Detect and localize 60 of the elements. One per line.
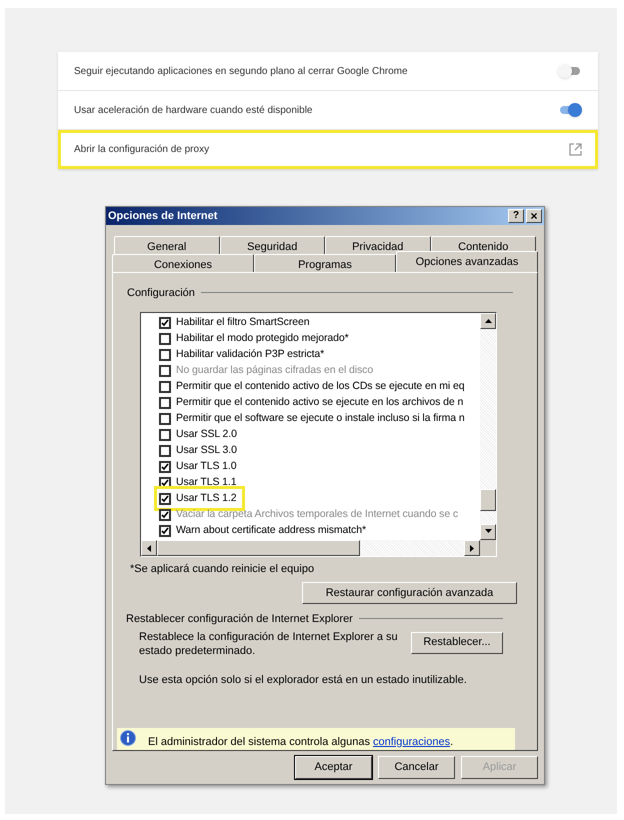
checkbox[interactable] <box>159 444 171 456</box>
option-label: Warn about certificate address mismatch* <box>176 522 366 538</box>
note-text: *Se aplicará cuando reinicie el equipo <box>130 562 316 576</box>
toggle-switch[interactable] <box>558 103 582 117</box>
setting-label: Usar aceleración de hardware cuando esté disponible <box>74 104 312 118</box>
checkbox[interactable] <box>159 380 171 392</box>
tab[interactable]: Programas <box>254 254 396 272</box>
option-label: Usar TLS 1.0 <box>176 458 236 474</box>
option-label: Usar TLS 1.2 <box>176 490 236 506</box>
option-label: Habilitar el filtro SmartScreen <box>176 314 310 330</box>
checkbox[interactable] <box>159 316 171 328</box>
dialog-button[interactable]: Cancelar <box>378 756 455 779</box>
horizontal-scrollbar[interactable] <box>141 540 480 556</box>
arrow-icon[interactable] <box>146 544 153 552</box>
option-label: Habilitar el modo protegido mejorado* <box>176 330 349 346</box>
arrow-icon[interactable] <box>485 526 492 534</box>
tab[interactable]: Seguridad <box>220 236 325 254</box>
checkbox[interactable] <box>159 460 171 472</box>
option-label: Permitir que el contenido activo se ejecute en los archivos de n <box>176 394 464 410</box>
tab[interactable]: Conexiones <box>112 254 254 272</box>
close-button[interactable]: × <box>526 209 542 223</box>
option-label: Permitir que el software se ejecute o instale incluso si la firma n <box>176 410 465 426</box>
info-text: El administrador del sistema controla algunas <box>148 736 371 748</box>
warning-text: Use esta opción solo si el explorador está en un estado inutilizable. <box>139 672 468 688</box>
description-text: Restablece la configuración de Internet Explorer a su estado predeterminado. <box>139 630 399 658</box>
checkbox[interactable] <box>159 332 171 344</box>
toggle-switch[interactable] <box>558 64 582 78</box>
option-label: Habilitar validación P3P estricta* <box>176 346 324 362</box>
group-title: Configuración <box>127 286 195 301</box>
info-icon <box>120 730 136 746</box>
vertical-scrollbar[interactable] <box>480 312 496 540</box>
scrollbar-corner <box>480 540 496 556</box>
setting-label: Seguir ejecutando aplicaciones en segundo plano al cerrar Google Chrome <box>74 64 408 78</box>
restore-button[interactable]: Restaurar configuración avanzada <box>302 582 517 604</box>
checkbox[interactable] <box>159 524 171 536</box>
settings-link[interactable]: configuraciones <box>373 736 450 748</box>
option-label: Permitir que el contenido activo de los CDs se ejecute en mi eq <box>176 378 464 394</box>
checkbox[interactable] <box>159 492 171 504</box>
checkbox[interactable] <box>159 428 171 440</box>
option-label: Usar TLS 1.1 <box>176 474 236 490</box>
checkbox[interactable] <box>159 396 171 408</box>
window-title: Opciones de Internet <box>108 208 218 224</box>
arrow-icon[interactable] <box>468 544 475 552</box>
arrow-icon[interactable] <box>485 318 492 324</box>
group-title: Restablecer configuración de Internet Explorer <box>126 612 353 627</box>
option-label: Usar SSL 3.0 <box>176 442 237 458</box>
tab[interactable]: General <box>114 236 220 254</box>
dialog-button[interactable]: Aceptar <box>295 756 372 779</box>
checkbox[interactable] <box>159 412 171 424</box>
option-label: No guardar las páginas cifradas en el disco <box>176 362 374 378</box>
info-text: . <box>450 736 454 748</box>
help-button[interactable]: ? <box>508 209 524 223</box>
tab[interactable]: Privacidad <box>325 236 430 254</box>
setting-label: Abrir la configuración de proxy <box>74 142 210 156</box>
tab[interactable]: Opciones avanzadas <box>396 251 538 272</box>
option-label: Vaciar la carpeta Archivos temporales de Internet cuando se c <box>176 506 458 522</box>
option-label: Usar SSL 2.0 <box>176 426 237 442</box>
external-link-icon[interactable] <box>569 142 582 156</box>
checkbox[interactable] <box>159 348 171 360</box>
reset-button[interactable]: Restablecer... <box>411 632 503 654</box>
